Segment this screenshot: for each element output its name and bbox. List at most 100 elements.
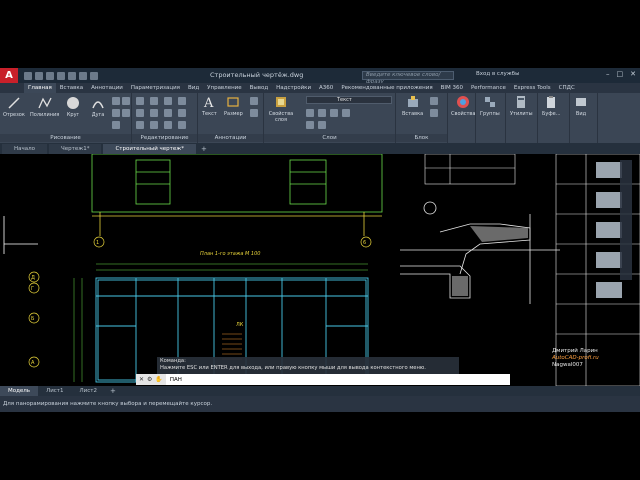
clipboard-tool[interactable]: Буфе... <box>542 95 561 117</box>
ribbon-tab[interactable]: Performance <box>467 83 510 93</box>
signin-button[interactable]: Вход в службы <box>476 71 519 77</box>
layer-previous-icon[interactable] <box>318 121 326 129</box>
create-block-icon[interactable] <box>430 97 438 105</box>
drawing-canvas[interactable]: 1 6 Д Г Б А План 1-го этажа М 100 ЛК Дми… <box>0 154 640 386</box>
layout-tab[interactable]: Лист1 <box>38 386 71 396</box>
undo-icon[interactable] <box>79 71 87 80</box>
fillet-icon[interactable] <box>164 109 172 117</box>
saveas-icon[interactable] <box>57 71 65 80</box>
offset-icon[interactable] <box>178 121 186 129</box>
explode-icon[interactable] <box>178 109 186 117</box>
properties-tool[interactable]: Свойства <box>451 95 475 117</box>
axis-label-A: А <box>31 360 35 366</box>
circle-tool[interactable]: Круг <box>66 96 80 118</box>
layer-off-icon[interactable] <box>306 109 314 117</box>
ribbon-tab[interactable]: Управление <box>203 83 246 93</box>
arc-tool[interactable]: Дуга <box>91 96 105 118</box>
gradient-icon[interactable] <box>122 109 130 117</box>
dimension-tool[interactable]: Размер <box>224 95 243 117</box>
scale-icon[interactable] <box>150 121 158 129</box>
layer-properties-icon <box>276 97 286 107</box>
layer-dropdown[interactable]: Текст <box>306 96 392 104</box>
print-icon[interactable] <box>68 71 76 80</box>
utilities-icon <box>517 96 526 108</box>
modify-panel-title[interactable]: Редактирование <box>132 134 197 142</box>
polyline-tool[interactable]: Полилиния <box>30 96 59 118</box>
block-panel-title[interactable]: Блок <box>396 134 447 142</box>
new-layout-icon[interactable]: + <box>110 386 116 396</box>
copy-icon[interactable] <box>136 109 144 117</box>
layer-lock-icon[interactable] <box>342 109 350 117</box>
view-tool[interactable]: Вид <box>574 95 588 117</box>
layer-properties-tool[interactable]: Свойства слоя <box>268 95 294 123</box>
ribbon-tab[interactable]: Параметризация <box>127 83 184 93</box>
stretch-icon[interactable] <box>136 121 144 129</box>
layer-match-icon[interactable] <box>306 121 314 129</box>
new-icon[interactable] <box>24 71 32 80</box>
customize-icon[interactable]: ⚙ <box>147 376 152 383</box>
ribbon-tab[interactable]: A360 <box>315 83 337 93</box>
file-tab[interactable]: Чертеж1* <box>49 144 102 154</box>
ribbon-tab[interactable]: Express Tools <box>510 83 555 93</box>
file-tab[interactable]: Начало <box>2 144 48 154</box>
command-input[interactable]: ПАН <box>166 377 182 383</box>
insert-block-tool[interactable]: Вставка <box>402 95 423 117</box>
layer-freeze-icon[interactable] <box>330 109 338 117</box>
save-icon[interactable] <box>46 71 54 80</box>
command-history-label: Команда: <box>160 358 186 364</box>
trim-icon[interactable] <box>164 97 172 105</box>
ribbon-tab[interactable]: Вставка <box>56 83 87 93</box>
ribbon-tab[interactable]: Рекомендованные приложения <box>337 83 436 93</box>
command-line[interactable]: ✕ ⚙ ✋ ПАН <box>136 374 510 385</box>
ribbon-tab[interactable]: Надстройки <box>272 83 315 93</box>
erase-icon[interactable] <box>178 97 186 105</box>
edit-block-icon[interactable] <box>430 109 438 117</box>
ribbon-tab[interactable]: Вывод <box>246 83 273 93</box>
move-icon[interactable] <box>136 97 144 105</box>
close-icon[interactable]: ✕ <box>630 70 636 78</box>
spline-icon[interactable] <box>122 97 130 105</box>
layout-tab[interactable]: Лист2 <box>72 386 105 396</box>
ribbon-tab[interactable]: Аннотации <box>87 83 127 93</box>
mirror-icon[interactable] <box>150 109 158 117</box>
axis-label-D: Д <box>31 275 35 281</box>
navigation-bar[interactable] <box>620 160 632 280</box>
dimension-icon <box>227 97 239 107</box>
axis-label-1: 1 <box>96 240 99 246</box>
utilities-panel: Утилиты <box>506 93 538 143</box>
table-icon[interactable] <box>250 109 258 117</box>
rectangle-icon[interactable] <box>112 97 120 105</box>
new-tab-icon[interactable]: + <box>201 144 207 154</box>
ellipse-icon[interactable] <box>112 121 120 129</box>
array-icon[interactable] <box>164 121 172 129</box>
line-tool[interactable]: Отрезок <box>3 96 25 118</box>
open-icon[interactable] <box>35 71 43 80</box>
layout-tab[interactable]: Модель <box>0 386 39 396</box>
minimize-icon[interactable]: – <box>606 70 610 78</box>
ribbon-tab[interactable]: СПДС <box>555 83 579 93</box>
groups-tool[interactable]: Группы <box>480 95 500 117</box>
ribbon-tab[interactable]: Главная <box>24 83 56 93</box>
maximize-icon[interactable]: □ <box>617 70 624 78</box>
ribbon-tab[interactable]: BIM 360 <box>437 83 467 93</box>
leader-icon[interactable] <box>250 97 258 105</box>
ribbon-tab[interactable]: Вид <box>184 83 203 93</box>
close-command-icon[interactable]: ✕ <box>139 376 144 383</box>
layer-isolate-icon[interactable] <box>318 109 326 117</box>
file-tab[interactable]: Строительный чертеж* <box>103 144 196 154</box>
hatch-icon[interactable] <box>112 109 120 117</box>
annotation-panel-title[interactable]: Аннотации <box>198 134 263 142</box>
autocad-logo[interactable]: A <box>0 68 18 83</box>
redo-icon[interactable] <box>90 71 98 80</box>
utilities-tool[interactable]: Утилиты <box>510 95 533 117</box>
draw-panel-title[interactable]: Рисование <box>0 134 131 142</box>
text-tool[interactable]: A Текст <box>202 95 217 117</box>
search-input[interactable]: Введите ключевое слово/фразу <box>362 71 454 85</box>
layers-panel-title[interactable]: Слои <box>264 134 395 142</box>
video-watermark: Дмитрий Ларин AutoCAD-profi.ru Nagwal007 <box>552 348 599 369</box>
axis-label-6: 6 <box>363 240 366 246</box>
view-label: Вид <box>575 111 587 117</box>
layer-properties-label: Свойства слоя <box>268 111 294 123</box>
watermark-author: Дмитрий Ларин <box>552 348 598 354</box>
rotate-icon[interactable] <box>150 97 158 105</box>
